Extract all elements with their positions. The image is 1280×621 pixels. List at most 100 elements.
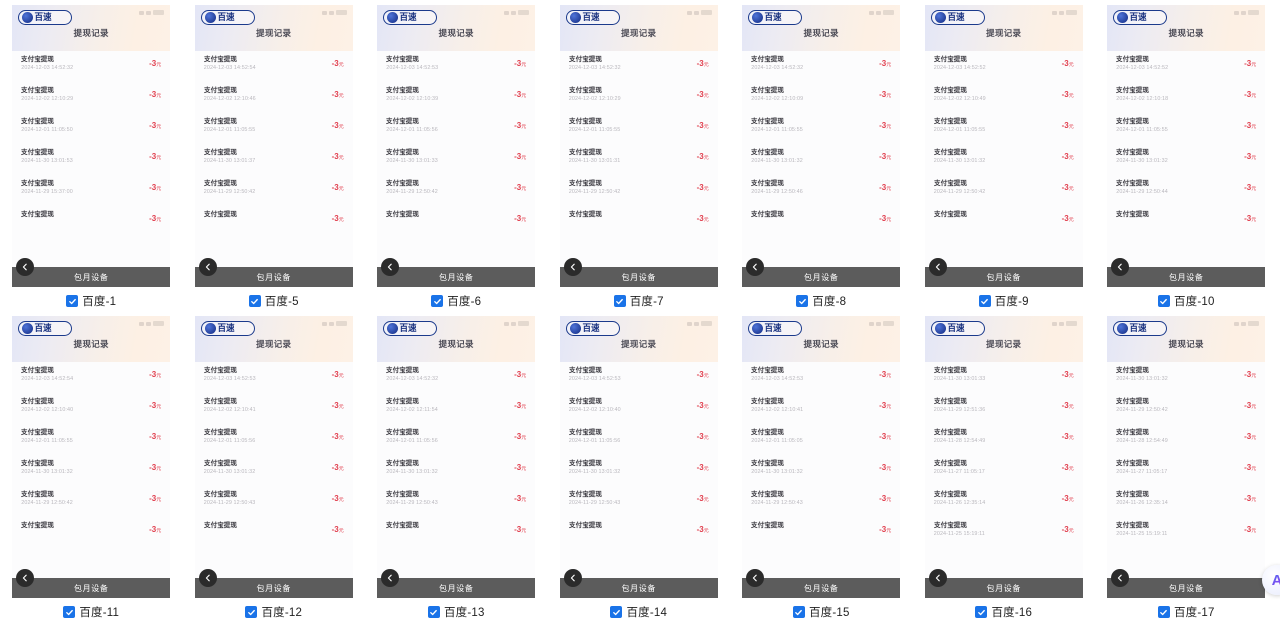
list-item[interactable]: 支付宝提现 2024-12-03 14:52:52 -3元: [925, 56, 1083, 88]
list-item[interactable]: 支付宝提现 2024-12-01 11:05:56 -3元: [377, 429, 535, 461]
device-caption[interactable]: 百度-7: [613, 293, 664, 309]
list-item[interactable]: 支付宝提现 2024-11-30 13:01:33 -3元: [377, 149, 535, 181]
list-item[interactable]: 支付宝提现 2024-12-02 12:10:46 -3元: [195, 87, 353, 119]
back-button[interactable]: [746, 258, 765, 276]
list-item[interactable]: 支付宝提现 2024-12-03 14:52:32 -3元: [377, 367, 535, 399]
back-button[interactable]: [381, 258, 400, 276]
device-caption[interactable]: 百度-10: [1157, 293, 1215, 309]
list-item[interactable]: 支付宝提现 2024-12-03 14:52:52 -3元: [1107, 56, 1265, 88]
list-item[interactable]: 支付宝提现 2024-11-30 13:01:32 -3元: [742, 149, 900, 181]
back-button[interactable]: [16, 569, 35, 587]
list-item[interactable]: 支付宝提现 2024-11-26 12:35:14 -3元: [925, 491, 1083, 523]
device-checkbox[interactable]: [610, 606, 623, 618]
list-item[interactable]: 支付宝提现 2024-12-02 12:10:40 -3元: [12, 398, 170, 430]
list-item[interactable]: 支付宝提现 -3元: [560, 211, 718, 243]
list-item[interactable]: 支付宝提现 2024-12-03 14:52:53 -3元: [742, 367, 900, 399]
list-item[interactable]: 支付宝提现 2024-12-03 14:52:54 -3元: [195, 56, 353, 88]
list-item[interactable]: 支付宝提现 2024-11-29 12:50:43 -3元: [377, 491, 535, 523]
back-button[interactable]: [1111, 258, 1130, 276]
list-item[interactable]: 支付宝提现 2024-12-02 12:10:29 -3元: [560, 87, 718, 119]
list-item[interactable]: 支付宝提现 -3元: [377, 211, 535, 243]
device-caption[interactable]: 百度-15: [792, 604, 850, 620]
device-caption[interactable]: 百度-11: [63, 604, 119, 620]
device-checkbox[interactable]: [792, 606, 805, 618]
list-item[interactable]: 支付宝提现 2024-11-29 12:50:42 -3元: [560, 180, 718, 212]
list-item[interactable]: 支付宝提现 2024-11-30 13:01:32 -3元: [377, 460, 535, 492]
list-item[interactable]: 支付宝提现 -3元: [12, 522, 170, 554]
device-checkbox[interactable]: [613, 295, 626, 307]
device-checkbox[interactable]: [978, 295, 991, 307]
device-caption[interactable]: 百度-14: [610, 604, 667, 620]
list-item[interactable]: 支付宝提现 2024-11-26 12:35:14 -3元: [1107, 491, 1265, 523]
list-item[interactable]: 支付宝提现 2024-11-25 15:19:11 -3元: [925, 522, 1083, 554]
list-item[interactable]: 支付宝提现 2024-11-25 15:19:11 -3元: [1107, 522, 1265, 554]
back-button[interactable]: [381, 569, 400, 587]
list-item[interactable]: 支付宝提现 2024-11-30 13:01:32 -3元: [560, 460, 718, 492]
device-caption[interactable]: 百度-12: [245, 604, 302, 620]
list-item[interactable]: 支付宝提现 -3元: [12, 211, 170, 243]
list-item[interactable]: 支付宝提现 2024-11-29 12:50:44 -3元: [1107, 180, 1265, 212]
list-item[interactable]: 支付宝提现 2024-11-29 12:50:42 -3元: [1107, 398, 1265, 430]
list-item[interactable]: 支付宝提现 2024-11-30 13:01:32 -3元: [12, 460, 170, 492]
list-item[interactable]: 支付宝提现 2024-11-29 12:51:36 -3元: [925, 398, 1083, 430]
list-item[interactable]: 支付宝提现 2024-11-29 12:50:42 -3元: [925, 180, 1083, 212]
back-button[interactable]: [198, 258, 217, 276]
back-button[interactable]: [198, 569, 217, 587]
device-checkbox[interactable]: [1157, 606, 1170, 618]
list-item[interactable]: 支付宝提现 2024-11-30 13:01:32 -3元: [742, 460, 900, 492]
back-button[interactable]: [563, 258, 582, 276]
list-item[interactable]: 支付宝提现 2024-11-30 13:01:33 -3元: [925, 367, 1083, 399]
device-checkbox[interactable]: [245, 606, 258, 618]
device-checkbox[interactable]: [1157, 295, 1170, 307]
list-item[interactable]: 支付宝提现 2024-12-02 12:10:39 -3元: [377, 87, 535, 119]
list-item[interactable]: 支付宝提现 2024-11-29 12:50:43 -3元: [195, 491, 353, 523]
device-checkbox[interactable]: [63, 606, 76, 618]
list-item[interactable]: 支付宝提现 -3元: [195, 522, 353, 554]
device-caption[interactable]: 百度-8: [796, 293, 846, 309]
list-item[interactable]: 支付宝提现 2024-12-01 11:05:55 -3元: [742, 118, 900, 150]
list-item[interactable]: 支付宝提现 2024-11-28 12:54:49 -3元: [925, 429, 1083, 461]
device-checkbox[interactable]: [66, 295, 79, 307]
list-item[interactable]: 支付宝提现 2024-12-03 14:52:54 -3元: [12, 367, 170, 399]
device-checkbox[interactable]: [975, 606, 988, 618]
list-item[interactable]: 支付宝提现 2024-11-28 12:54:49 -3元: [1107, 429, 1265, 461]
list-item[interactable]: 支付宝提现 2024-11-27 11:05:17 -3元: [925, 460, 1083, 492]
list-item[interactable]: 支付宝提现 2024-12-02 12:10:18 -3元: [1107, 87, 1265, 119]
list-item[interactable]: 支付宝提现 2024-12-01 11:05:55 -3元: [560, 118, 718, 150]
list-item[interactable]: 支付宝提现 2024-11-29 15:37:00 -3元: [12, 180, 170, 212]
list-item[interactable]: 支付宝提现 2024-11-29 12:50:43 -3元: [560, 491, 718, 523]
device-checkbox[interactable]: [427, 606, 440, 618]
list-item[interactable]: 支付宝提现 2024-12-01 11:05:55 -3元: [1107, 118, 1265, 150]
list-item[interactable]: 支付宝提现 2024-11-30 13:01:37 -3元: [195, 149, 353, 181]
device-caption[interactable]: 百度-1: [66, 293, 116, 309]
list-item[interactable]: 支付宝提现 2024-12-03 14:52:32 -3元: [560, 56, 718, 88]
back-button[interactable]: [1111, 569, 1130, 587]
list-item[interactable]: 支付宝提现 2024-12-02 12:11:54 -3元: [377, 398, 535, 430]
back-button[interactable]: [563, 569, 582, 587]
list-item[interactable]: 支付宝提现 -3元: [742, 522, 900, 554]
list-item[interactable]: 支付宝提现 2024-12-03 14:52:53 -3元: [195, 367, 353, 399]
list-item[interactable]: 支付宝提现 2024-12-02 12:10:41 -3元: [195, 398, 353, 430]
list-item[interactable]: 支付宝提现 -3元: [925, 211, 1083, 243]
list-item[interactable]: 支付宝提现 2024-12-01 11:05:55 -3元: [12, 429, 170, 461]
list-item[interactable]: 支付宝提现 2024-12-02 12:10:49 -3元: [925, 87, 1083, 119]
list-item[interactable]: 支付宝提现 2024-11-30 13:01:32 -3元: [1107, 149, 1265, 181]
back-button[interactable]: [928, 569, 947, 587]
list-item[interactable]: 支付宝提现 2024-11-30 13:01:32 -3元: [1107, 367, 1265, 399]
list-item[interactable]: 支付宝提现 2024-11-29 12:50:42 -3元: [12, 491, 170, 523]
list-item[interactable]: 支付宝提现 2024-12-01 11:05:05 -3元: [742, 429, 900, 461]
list-item[interactable]: 支付宝提现 2024-12-01 11:05:55 -3元: [195, 118, 353, 150]
device-caption[interactable]: 百度-16: [975, 604, 1032, 620]
device-caption[interactable]: 百度-9: [978, 293, 1029, 309]
device-checkbox[interactable]: [248, 295, 261, 307]
device-checkbox[interactable]: [431, 295, 444, 307]
list-item[interactable]: 支付宝提现 2024-12-02 12:10:09 -3元: [742, 87, 900, 119]
list-item[interactable]: 支付宝提现 2024-12-01 11:05:56 -3元: [560, 429, 718, 461]
list-item[interactable]: 支付宝提现 2024-11-27 11:05:17 -3元: [1107, 460, 1265, 492]
list-item[interactable]: 支付宝提现 2024-12-01 11:05:56 -3元: [195, 429, 353, 461]
list-item[interactable]: 支付宝提现 2024-12-03 14:52:32 -3元: [12, 56, 170, 88]
list-item[interactable]: 支付宝提现 -3元: [195, 211, 353, 243]
list-item[interactable]: 支付宝提现 2024-12-03 14:52:53 -3元: [377, 56, 535, 88]
list-item[interactable]: 支付宝提现 2024-12-02 12:10:41 -3元: [742, 398, 900, 430]
list-item[interactable]: 支付宝提现 -3元: [377, 522, 535, 554]
